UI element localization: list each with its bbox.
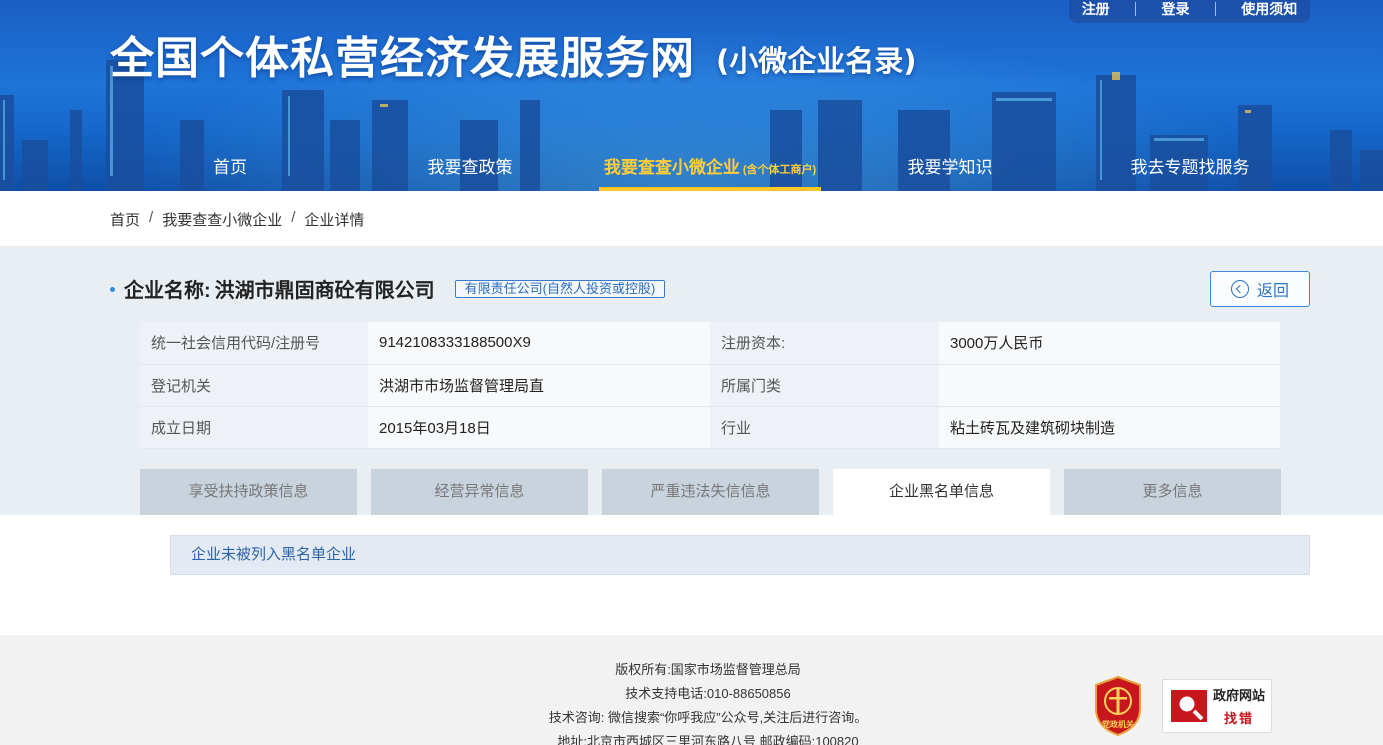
site-title: 全国个体私营经济发展服务网	[110, 33, 695, 84]
gov-badge-line1: 政府网站	[1213, 688, 1266, 703]
tab-more-info[interactable]: 更多信息	[1064, 469, 1281, 515]
back-button[interactable]: 返回	[1210, 271, 1310, 307]
field-value: 9142108333188500X9	[368, 322, 710, 365]
divider	[1214, 1, 1216, 16]
breadcrumb-separator: /	[291, 209, 296, 226]
blacklist-result: 企业未被列入黑名单企业	[170, 535, 1310, 575]
gov-website-error-badge[interactable]: 政府网站 找错	[1162, 679, 1272, 733]
party-government-badge-icon[interactable]: 党政机关	[1092, 675, 1144, 737]
main-nav: 首页 我要查政策 我要查查小微企业 (含个体工商户) 我要学知识 我去专题找服务	[0, 146, 1383, 191]
company-name: 洪湖市鼎固商砼有限公司	[214, 280, 435, 302]
party-badge-text: 党政机关	[1102, 719, 1134, 729]
field-value: 粘土砖瓦及建筑砌块制造	[939, 406, 1280, 449]
nav-item-label: 首页	[213, 158, 247, 177]
nav-item-label: 我要查查小微企业	[603, 158, 740, 177]
tab-serious-violation[interactable]: 严重违法失信信息	[602, 469, 819, 515]
divider	[1135, 1, 1137, 16]
nav-item-label: 我去专题找服务	[1130, 158, 1250, 177]
login-link[interactable]: 登录	[1161, 0, 1189, 19]
enterprise-info-table: 统一社会信用代码/注册号 9142108333188500X9 注册资本: 30…	[140, 322, 1280, 449]
field-value: 3000万人民币	[939, 322, 1280, 365]
top-links-bar: 注册 登录 使用须知	[1069, 0, 1310, 23]
breadcrumb-search-enterprise[interactable]: 我要查查小微企业	[162, 209, 282, 230]
nav-item-services[interactable]: 我去专题找服务	[1120, 146, 1260, 191]
site-subtitle: (小微企业名录)	[716, 44, 917, 78]
usage-notice-link[interactable]: 使用须知	[1241, 0, 1297, 19]
tab-support-policy[interactable]: 享受扶持政策信息	[140, 469, 357, 515]
field-label: 行业	[710, 406, 939, 449]
gov-badge-line2: 找错	[1224, 711, 1255, 726]
nav-item-learn[interactable]: 我要学知识	[890, 146, 1010, 191]
field-value	[939, 364, 1280, 407]
register-link[interactable]: 注册	[1082, 0, 1110, 19]
company-type-tag: 有限责任公司(自然人投资或控股)	[454, 279, 666, 298]
nav-item-label: 我要学知识	[907, 158, 993, 177]
company-header: 企业名称: 洪湖市鼎固商砼有限公司 有限责任公司(自然人投资或控股)	[110, 274, 666, 303]
magnifier-icon	[1171, 690, 1207, 722]
back-button-label: 返回	[1256, 283, 1289, 300]
tab-abnormal-operation[interactable]: 经营异常信息	[371, 469, 588, 515]
breadcrumb-current: 企业详情	[304, 212, 365, 229]
footer-address: 地址:北京市西城区三里河东路八号 邮政编码:100820	[557, 734, 859, 745]
field-label: 成立日期	[140, 406, 368, 449]
field-label: 登记机关	[140, 364, 368, 407]
nav-item-policy[interactable]: 我要查政策	[410, 146, 530, 191]
company-name-label: 企业名称:	[124, 280, 211, 302]
breadcrumb: 首页 / 我要查查小微企业 / 企业详情	[110, 209, 364, 230]
site-header: 全国个体私营经济发展服务网 (小微企业名录) 注册 登录 使用须知 首页 我要查…	[0, 0, 1383, 191]
field-label: 注册资本:	[710, 322, 939, 365]
enterprise-info-section: 企业名称: 洪湖市鼎固商砼有限公司 有限责任公司(自然人投资或控股) 返回 统一…	[0, 246, 1383, 515]
site-footer: 版权所有:国家市场监督管理总局 技术支持电话:010-88650856 技术咨询…	[0, 635, 1383, 745]
field-label: 所属门类	[710, 364, 939, 407]
nav-item-home[interactable]: 首页	[180, 146, 280, 191]
field-label: 统一社会信用代码/注册号	[140, 322, 368, 365]
nav-item-search-enterprise[interactable]: 我要查查小微企业 (含个体工商户)	[599, 146, 821, 191]
table-row: 成立日期 2015年03月18日 行业 粘土砖瓦及建筑砌块制造	[140, 406, 1280, 449]
table-row: 登记机关 洪湖市市场监督管理局直 所属门类	[140, 364, 1280, 407]
bullet-dot	[110, 287, 115, 292]
back-arrow-icon	[1230, 280, 1249, 298]
nav-item-label: 我要查政策	[427, 158, 513, 177]
breadcrumb-separator: /	[149, 209, 154, 226]
breadcrumb-home[interactable]: 首页	[110, 209, 140, 230]
field-value: 2015年03月18日	[368, 406, 710, 449]
gov-badge-text: 政府网站 找错	[1213, 685, 1265, 727]
nav-item-extra: (含个体工商户)	[742, 164, 817, 176]
field-value: 洪湖市市场监督管理局直	[368, 364, 710, 407]
tab-blacklist[interactable]: 企业黑名单信息	[833, 469, 1050, 515]
table-row: 统一社会信用代码/注册号 9142108333188500X9 注册资本: 30…	[140, 322, 1280, 365]
